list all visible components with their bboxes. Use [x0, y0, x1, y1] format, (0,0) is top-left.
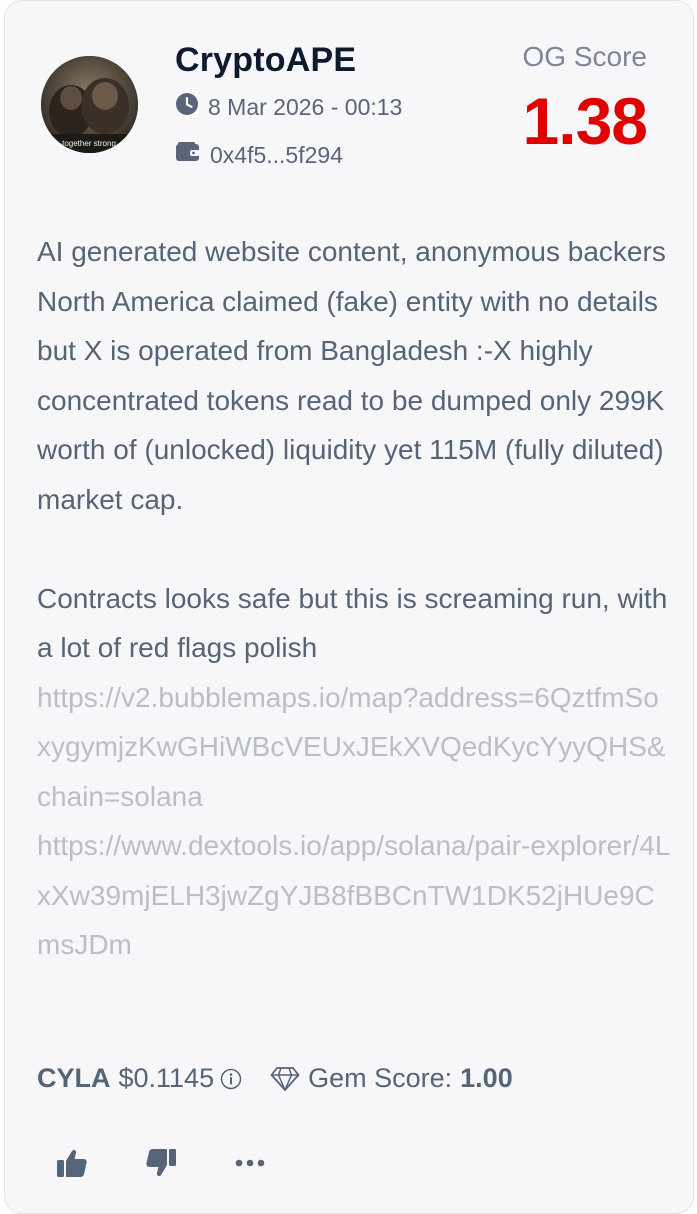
- post-paragraph: AI generated website content, anonymous …: [37, 236, 666, 515]
- timestamp-row: 8 Mar 2026 - 00:13: [175, 92, 402, 122]
- avatar-caption: together strong: [62, 139, 116, 148]
- clock-icon: [175, 92, 199, 122]
- token-ticker[interactable]: CYLA: [37, 1063, 111, 1094]
- timestamp: 8 Mar 2026 - 00:13: [208, 93, 403, 120]
- diamond-icon: [270, 1066, 300, 1092]
- token-footer: CYLA $0.1145 Gem Score: 1.00: [37, 1063, 513, 1094]
- og-score-value: 1.38: [522, 84, 648, 158]
- more-icon: [235, 1159, 265, 1167]
- avatar-image: together strong: [41, 56, 138, 153]
- info-icon[interactable]: [220, 1068, 242, 1090]
- wallet-icon: [175, 141, 201, 169]
- username[interactable]: CryptoAPE: [175, 41, 356, 80]
- gem-score-label: Gem Score:: [308, 1063, 453, 1093]
- og-score-label: OG Score: [522, 41, 647, 72]
- bubblemaps-link[interactable]: https://v2.bubblemaps.io/map?address=6Qz…: [37, 673, 672, 822]
- thumbs-down-icon: [146, 1149, 176, 1177]
- dextools-link[interactable]: https://www.dextools.io/app/solana/pair-…: [37, 821, 672, 970]
- more-button[interactable]: [233, 1146, 267, 1180]
- wallet-row[interactable]: 0x4f5...5f294: [175, 141, 343, 169]
- post-card: together strong CryptoAPE 8 Mar 2026 - 0…: [4, 0, 694, 1214]
- dislike-button[interactable]: [144, 1146, 178, 1180]
- avatar[interactable]: together strong: [41, 56, 138, 153]
- like-button[interactable]: [55, 1146, 89, 1180]
- post-paragraph: Contracts looks safe but this is screami…: [37, 582, 668, 664]
- gem-score-value: 1.00: [460, 1063, 513, 1093]
- post-body: AI generated website content, anonymous …: [37, 227, 672, 970]
- token-price: $0.1145: [118, 1063, 215, 1093]
- wallet-address[interactable]: 0x4f5...5f294: [210, 142, 343, 169]
- post-actions: [55, 1146, 322, 1180]
- thumbs-up-icon: [57, 1149, 87, 1177]
